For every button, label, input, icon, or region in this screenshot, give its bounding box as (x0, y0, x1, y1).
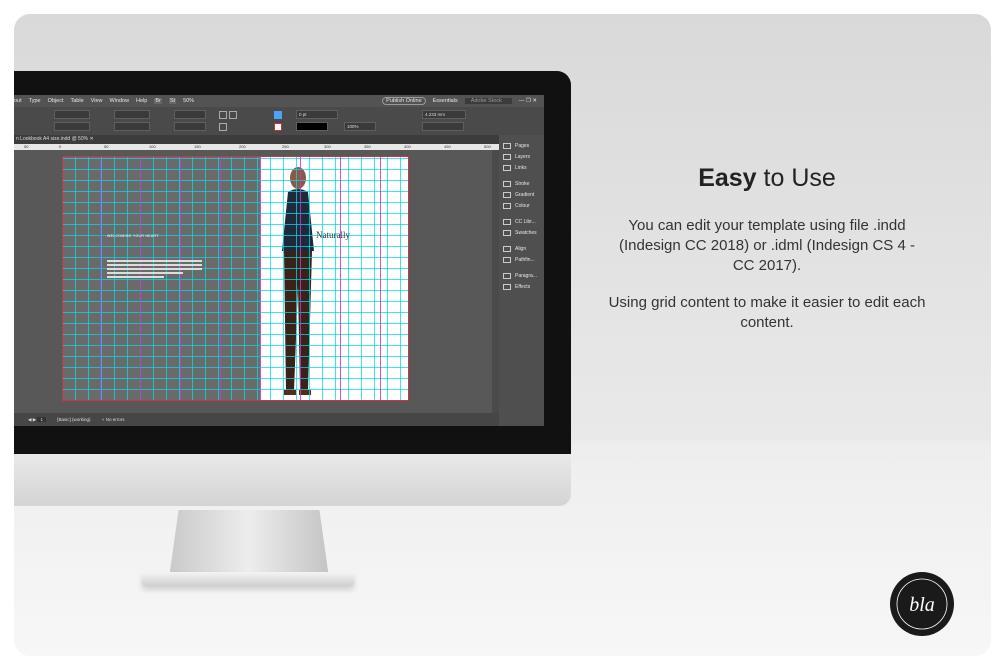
vertical-scrollbar[interactable] (492, 150, 499, 413)
panel-cc-libraries[interactable]: CC Libr... (499, 216, 544, 227)
x-field[interactable] (54, 110, 90, 119)
stroke-type-dropdown[interactable] (296, 122, 328, 131)
pasteboard[interactable]: WELCOMING YOUR HEART Naturally (14, 150, 499, 413)
preflight-ok-icon: ● (101, 417, 105, 422)
close-tab-icon[interactable]: ✕ (89, 136, 93, 142)
colour-icon (503, 202, 511, 209)
scale-field[interactable] (174, 110, 206, 119)
stroke-weight-field[interactable]: 0 pt (296, 110, 338, 119)
document-tab[interactable]: n Lookbook A4 size.indd @ 50% ✕ (14, 135, 499, 144)
stroke-swatch-icon[interactable] (274, 123, 282, 131)
panel-align[interactable]: Align (499, 243, 544, 254)
body-text-frame[interactable] (107, 260, 202, 280)
ruler-tick: 400 (404, 144, 411, 149)
panel-gradient[interactable]: Gradient (499, 189, 544, 200)
monitor-chin (14, 454, 571, 506)
monitor: out Type Object Table View Window Help B… (14, 71, 571, 506)
h-field[interactable] (114, 122, 150, 131)
effects-icon (503, 283, 511, 290)
panel-links[interactable]: Links (499, 162, 544, 173)
ruler-tick: 50 (104, 144, 109, 149)
rotate-field[interactable] (174, 122, 206, 131)
menu-item-help[interactable]: Help (136, 98, 147, 104)
style-dropdown[interactable]: [Basic] (working) (47, 417, 90, 422)
frame-fitting-field[interactable] (422, 122, 464, 131)
menu-item-object[interactable]: out (14, 98, 22, 104)
rotate-icon[interactable] (219, 111, 227, 119)
flip-icon[interactable] (229, 111, 237, 119)
description-grid: Using grid content to make it easier to … (608, 294, 926, 331)
menu-item-window[interactable]: Window (109, 98, 129, 104)
monitor-stand (169, 510, 329, 578)
workspace-switcher[interactable]: Essentials (433, 98, 458, 104)
stroke-icon (503, 180, 511, 187)
swatches-icon (503, 229, 511, 236)
panel-stroke[interactable]: Stroke (499, 178, 544, 189)
select-container-icon[interactable] (219, 123, 227, 131)
links-icon (503, 164, 511, 171)
ruler-tick: 200 (239, 144, 246, 149)
brand-logo: bla (890, 572, 954, 636)
page-number[interactable]: 1 (37, 417, 46, 422)
bridge-button[interactable]: Br (154, 98, 162, 104)
pages-icon (503, 142, 511, 149)
gutter-field[interactable]: 4.233 mm (422, 110, 466, 119)
ruler-tick: 250 (282, 144, 289, 149)
ruler-tick: 0 (59, 144, 62, 149)
monitor-base (142, 572, 354, 586)
ruler-tick: 300 (324, 144, 331, 149)
paragraph-icon (503, 272, 511, 279)
heading-bold: Easy (698, 164, 757, 192)
heading: Easy to Use (607, 164, 927, 193)
ruler-tick: 350 (364, 144, 371, 149)
pathfinder-icon (503, 256, 511, 263)
ruler-tick: 500 (484, 144, 491, 149)
ruler-tick: 150 (194, 144, 201, 149)
menu-item-type[interactable]: Type (29, 98, 41, 104)
cc-libraries-icon (503, 218, 511, 225)
panel-layers[interactable]: Layers (499, 151, 544, 162)
zoom-level[interactable]: 50% (183, 98, 194, 104)
align-icon (503, 245, 511, 252)
ruler-tick: 100 (149, 144, 156, 149)
control-panel: 0 pt 100% 4.233 mm (14, 107, 544, 135)
panel-effects[interactable]: Effects (499, 281, 544, 292)
window-controls[interactable]: — ❐ ✕ (519, 98, 537, 104)
document-spread[interactable]: WELCOMING YOUR HEART Naturally (62, 156, 409, 401)
description-file-formats: You can edit your template using file .i… (619, 217, 915, 274)
menu-item-table[interactable]: Table (71, 98, 84, 104)
page-heading[interactable]: WELCOMING YOUR HEART (107, 234, 159, 238)
publish-online-button[interactable]: Publish Online (382, 97, 426, 105)
menu-bar: out Type Object Table View Window Help B… (14, 95, 544, 107)
heading-rest: to Use (763, 164, 836, 192)
ruler-tick: 450 (444, 144, 451, 149)
stock-button[interactable]: St (168, 98, 177, 104)
background-card: out Type Object Table View Window Help B… (14, 14, 991, 656)
panel-pathfinder[interactable]: Pathfin... (499, 254, 544, 265)
panel-paragraph[interactable]: Paragra... (499, 270, 544, 281)
gradient-icon (503, 191, 511, 198)
panel-swatches[interactable]: Swatches (499, 227, 544, 238)
preflight-status[interactable]: No errors (106, 417, 125, 422)
panel-colour[interactable]: Colour (499, 200, 544, 211)
menu-item-view[interactable]: View (91, 98, 103, 104)
fill-swatch-icon[interactable] (274, 111, 282, 119)
w-field[interactable] (114, 110, 150, 119)
ruler-tick: 50 (24, 144, 29, 149)
y-field[interactable] (54, 122, 90, 131)
svg-text:bla: bla (909, 594, 935, 616)
opacity-field[interactable]: 100% (344, 122, 376, 131)
stock-search[interactable]: Adobe Stock (464, 98, 512, 104)
panel-dock: Pages Layers Links Stroke Gradient Colou… (499, 135, 544, 426)
status-bar: ◀ ▶ 1 [Basic] (working) ● No errors (14, 413, 499, 426)
page-title[interactable]: Naturally (316, 230, 350, 240)
menu-item-object[interactable]: Object (48, 98, 64, 104)
indesign-screen: out Type Object Table View Window Help B… (14, 95, 544, 426)
layers-icon (503, 153, 511, 160)
panel-pages[interactable]: Pages (499, 140, 544, 151)
page-nav-arrows[interactable]: ◀ ▶ (14, 417, 36, 422)
